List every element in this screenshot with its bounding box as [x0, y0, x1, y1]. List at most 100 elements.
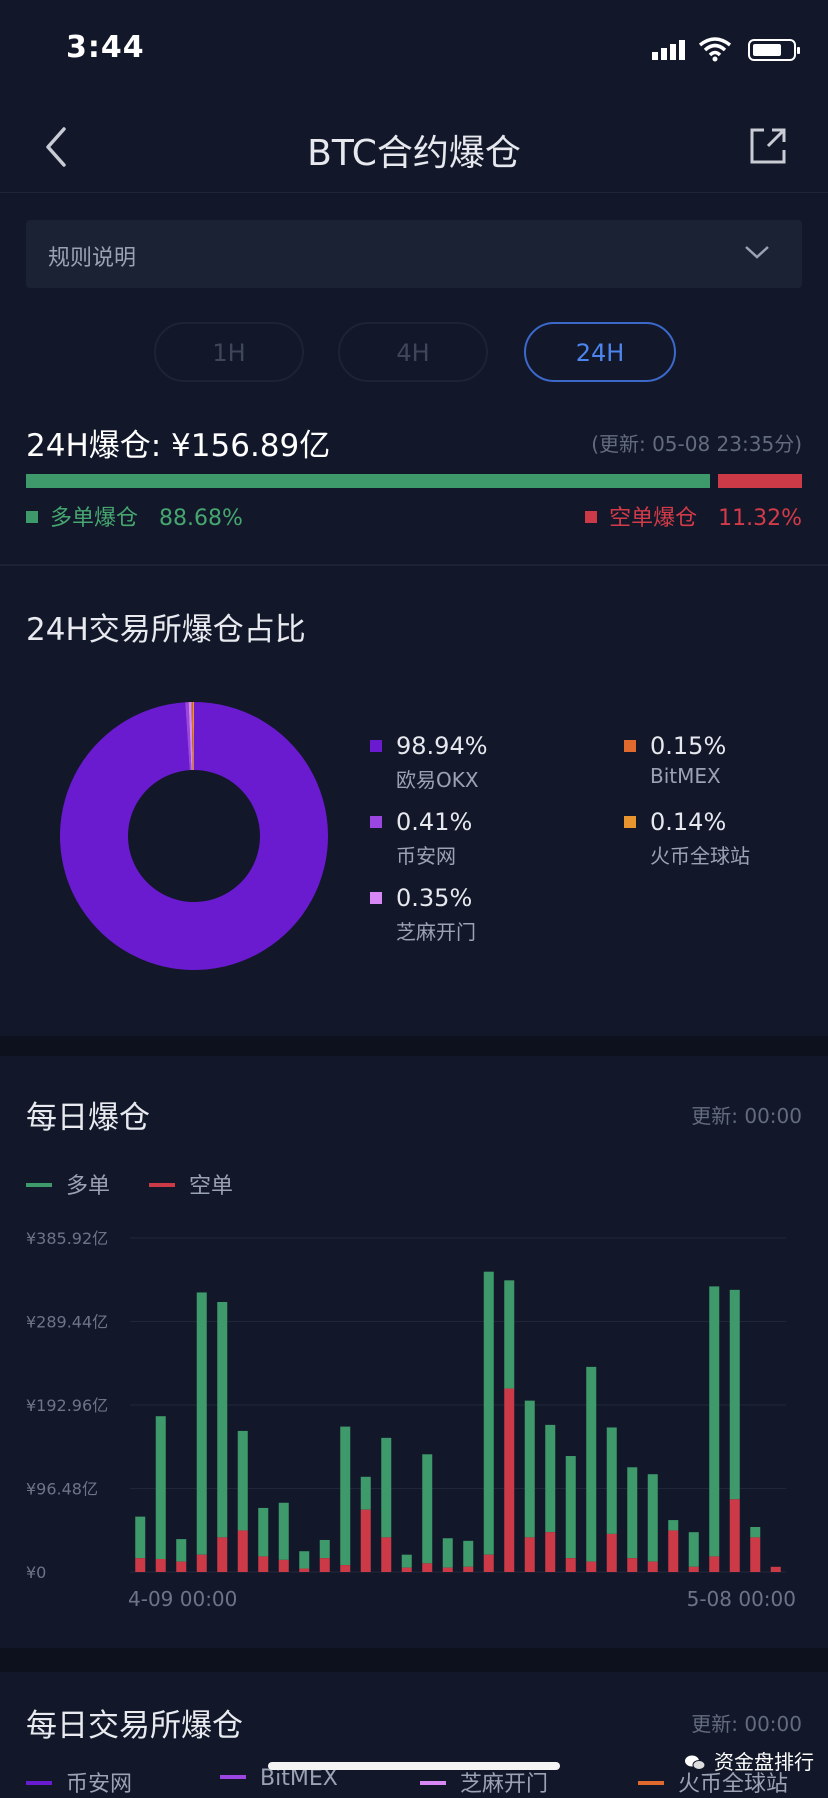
bar-long	[688, 1532, 699, 1567]
watermark: 资金盘排行	[684, 1746, 814, 1782]
update-time: (更新: 05-08 23:35分)	[591, 432, 802, 456]
bar-long	[422, 1454, 433, 1564]
bar-short	[381, 1537, 392, 1572]
legend-name: BitMEX	[650, 764, 721, 788]
bar-short	[442, 1567, 453, 1572]
short-legend-label: 空单	[189, 1174, 234, 1199]
daily-liquidation-chart: ¥385.92亿 ¥289.44亿 ¥192.96亿 ¥96.48亿 ¥0 4-09 00…	[26, 1229, 796, 1611]
rules-dropdown[interactable]	[26, 220, 802, 288]
wechat-icon	[685, 1755, 706, 1770]
legend-swatch	[26, 1781, 52, 1785]
bar-short	[401, 1567, 412, 1572]
bar-long	[729, 1289, 740, 1500]
long-legend-label: 多单	[66, 1174, 111, 1199]
legend-swatch	[370, 740, 382, 752]
bar-short	[647, 1561, 658, 1572]
legend-label: 芝麻开门	[460, 1772, 549, 1797]
wifi-icon	[698, 37, 732, 62]
bar-short	[729, 1499, 740, 1572]
y-tick-label: ¥96.48亿	[26, 1480, 98, 1499]
bar-long	[627, 1467, 638, 1559]
legend-swatch	[220, 1775, 246, 1779]
y-tick-label: ¥385.92亿	[26, 1229, 108, 1248]
watermark-text: 资金盘排行	[714, 1750, 814, 1774]
x-tick-label: 5-08 00:00	[687, 1587, 796, 1611]
section-separator	[0, 1648, 828, 1672]
signal-icon	[652, 40, 688, 60]
bar-long	[319, 1539, 330, 1559]
battery-icon	[748, 39, 800, 61]
legend-pct: 0.35%	[396, 884, 473, 912]
bar-short	[360, 1509, 371, 1572]
exchange-donut-chart	[59, 702, 328, 970]
bar-short	[524, 1537, 535, 1572]
long-ratio-fill	[26, 474, 710, 488]
long-percent: 88.68%	[159, 506, 243, 531]
bar-short	[668, 1530, 679, 1572]
bar-short	[586, 1561, 597, 1572]
bar-long	[340, 1426, 351, 1566]
y-tick-label: ¥192.96亿	[26, 1396, 108, 1415]
bar-short	[299, 1568, 310, 1572]
bar-short	[135, 1558, 146, 1572]
bar-long	[586, 1366, 597, 1562]
bar-short	[319, 1558, 330, 1572]
share-icon[interactable]	[748, 126, 788, 166]
short-percent: 11.32%	[718, 506, 802, 531]
legend-name: 火币全球站	[650, 844, 750, 868]
bar-long	[647, 1474, 658, 1562]
bar-long	[176, 1539, 187, 1562]
bar-long	[483, 1271, 494, 1555]
tab-1h[interactable]: 1H	[154, 322, 304, 382]
section-separator	[0, 1036, 828, 1056]
page-title: BTC合约爆仓	[307, 133, 521, 174]
bar-short	[688, 1566, 699, 1572]
legend-label: 币安网	[66, 1772, 133, 1797]
bottom-legend-binance: 币安网	[26, 1766, 132, 1798]
long-label-text: 多单爆仓	[50, 506, 139, 531]
bar-long	[524, 1400, 535, 1538]
bar-long	[278, 1502, 289, 1560]
legend-swatch	[638, 1781, 664, 1785]
chevron-down-icon[interactable]	[744, 244, 770, 260]
long-short-ratio-bar	[26, 474, 802, 488]
y-tick-label: ¥289.44亿	[26, 1313, 108, 1332]
legend-item-binance: 0.41% 币安网	[370, 808, 472, 869]
bar-short	[278, 1559, 289, 1572]
legend-swatch	[420, 1781, 446, 1785]
short-liquidation-label: 空单爆仓 11.32%	[585, 500, 802, 532]
home-indicator	[268, 1762, 560, 1770]
daily-update-time: 更新: 00:00	[691, 1104, 802, 1128]
bar-long	[155, 1416, 166, 1560]
daily-legend: 多单 空单	[26, 1168, 233, 1200]
bar-short	[709, 1556, 720, 1572]
tab-4h[interactable]: 4H	[338, 322, 488, 382]
bar-long	[299, 1551, 310, 1569]
bar-short	[627, 1558, 638, 1572]
bar-long	[401, 1554, 412, 1568]
bar-long	[606, 1427, 617, 1534]
bar-long	[360, 1476, 371, 1510]
bar-long	[565, 1456, 576, 1559]
bar-long	[196, 1292, 207, 1555]
bar-short	[545, 1532, 556, 1572]
bar-long	[750, 1526, 761, 1538]
short-ratio-fill	[718, 474, 802, 488]
bar-long	[217, 1301, 228, 1538]
daily-exchange-update-time: 更新: 00:00	[691, 1712, 802, 1736]
bar-long	[668, 1520, 679, 1531]
bar-short	[463, 1566, 474, 1572]
legend-item-okx: 98.94% 欧易OKX	[370, 732, 488, 793]
legend-item-huobi: 0.14% 火币全球站	[624, 808, 750, 869]
tab-24h[interactable]: 24H	[524, 322, 676, 382]
bar-long	[463, 1540, 474, 1567]
bar-short	[750, 1537, 761, 1572]
short-label-text: 空单爆仓	[609, 506, 698, 531]
bar-short	[340, 1565, 351, 1572]
legend-name: 币安网	[396, 844, 456, 868]
bar-long	[135, 1516, 146, 1559]
bar-long	[504, 1280, 515, 1389]
daily-title: 每日爆仓	[26, 1100, 150, 1136]
long-liquidation-label: 多单爆仓 88.68%	[26, 500, 243, 532]
bar-short	[196, 1554, 207, 1572]
